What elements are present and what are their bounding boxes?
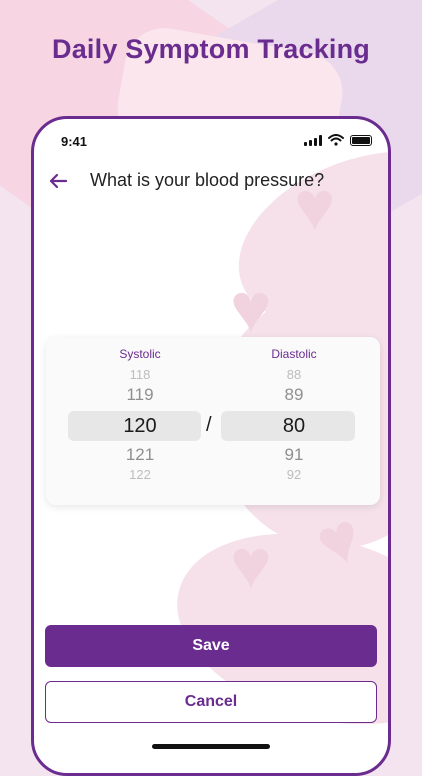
systolic-label: Systolic (119, 347, 161, 361)
wifi-icon (328, 134, 344, 146)
diastolic-option[interactable]: 89 (224, 385, 364, 405)
back-arrow-icon[interactable] (46, 169, 70, 193)
systolic-option[interactable]: 118 (70, 367, 210, 382)
cancel-button[interactable]: Cancel (45, 681, 377, 723)
heart-icon: ♥ (230, 269, 272, 347)
heart-icon: ♥ (230, 525, 272, 603)
systolic-option[interactable]: 122 (70, 467, 210, 482)
page-title: What is your blood pressure? (90, 170, 325, 190)
status-icons (304, 134, 372, 146)
save-button[interactable]: Save (45, 625, 377, 667)
diastolic-selected-value[interactable]: 80 (224, 415, 364, 438)
value-separator: / (206, 414, 212, 436)
diastolic-option[interactable]: 88 (224, 367, 364, 382)
signal-icon (304, 134, 322, 146)
promo-headline: Daily Symptom Tracking (52, 34, 370, 64)
systolic-selected-value[interactable]: 120 (70, 415, 210, 438)
blood-pressure-picker[interactable]: Systolic Diastolic 118 119 120 121 122 /… (46, 337, 380, 505)
systolic-option[interactable]: 121 (70, 445, 210, 465)
nav-bar: What is your blood pressure? (34, 167, 388, 197)
home-indicator (152, 744, 270, 749)
diastolic-label: Diastolic (271, 347, 317, 361)
systolic-option[interactable]: 119 (70, 385, 210, 405)
battery-icon (350, 134, 372, 146)
phone-frame: ♥ ♥ ♥ ♥ 9:41 What is your blood pressure… (31, 116, 391, 776)
status-time: 9:41 (61, 134, 88, 149)
diastolic-option[interactable]: 92 (224, 467, 364, 482)
diastolic-option[interactable]: 91 (224, 445, 364, 465)
status-bar: 9:41 (34, 131, 388, 153)
